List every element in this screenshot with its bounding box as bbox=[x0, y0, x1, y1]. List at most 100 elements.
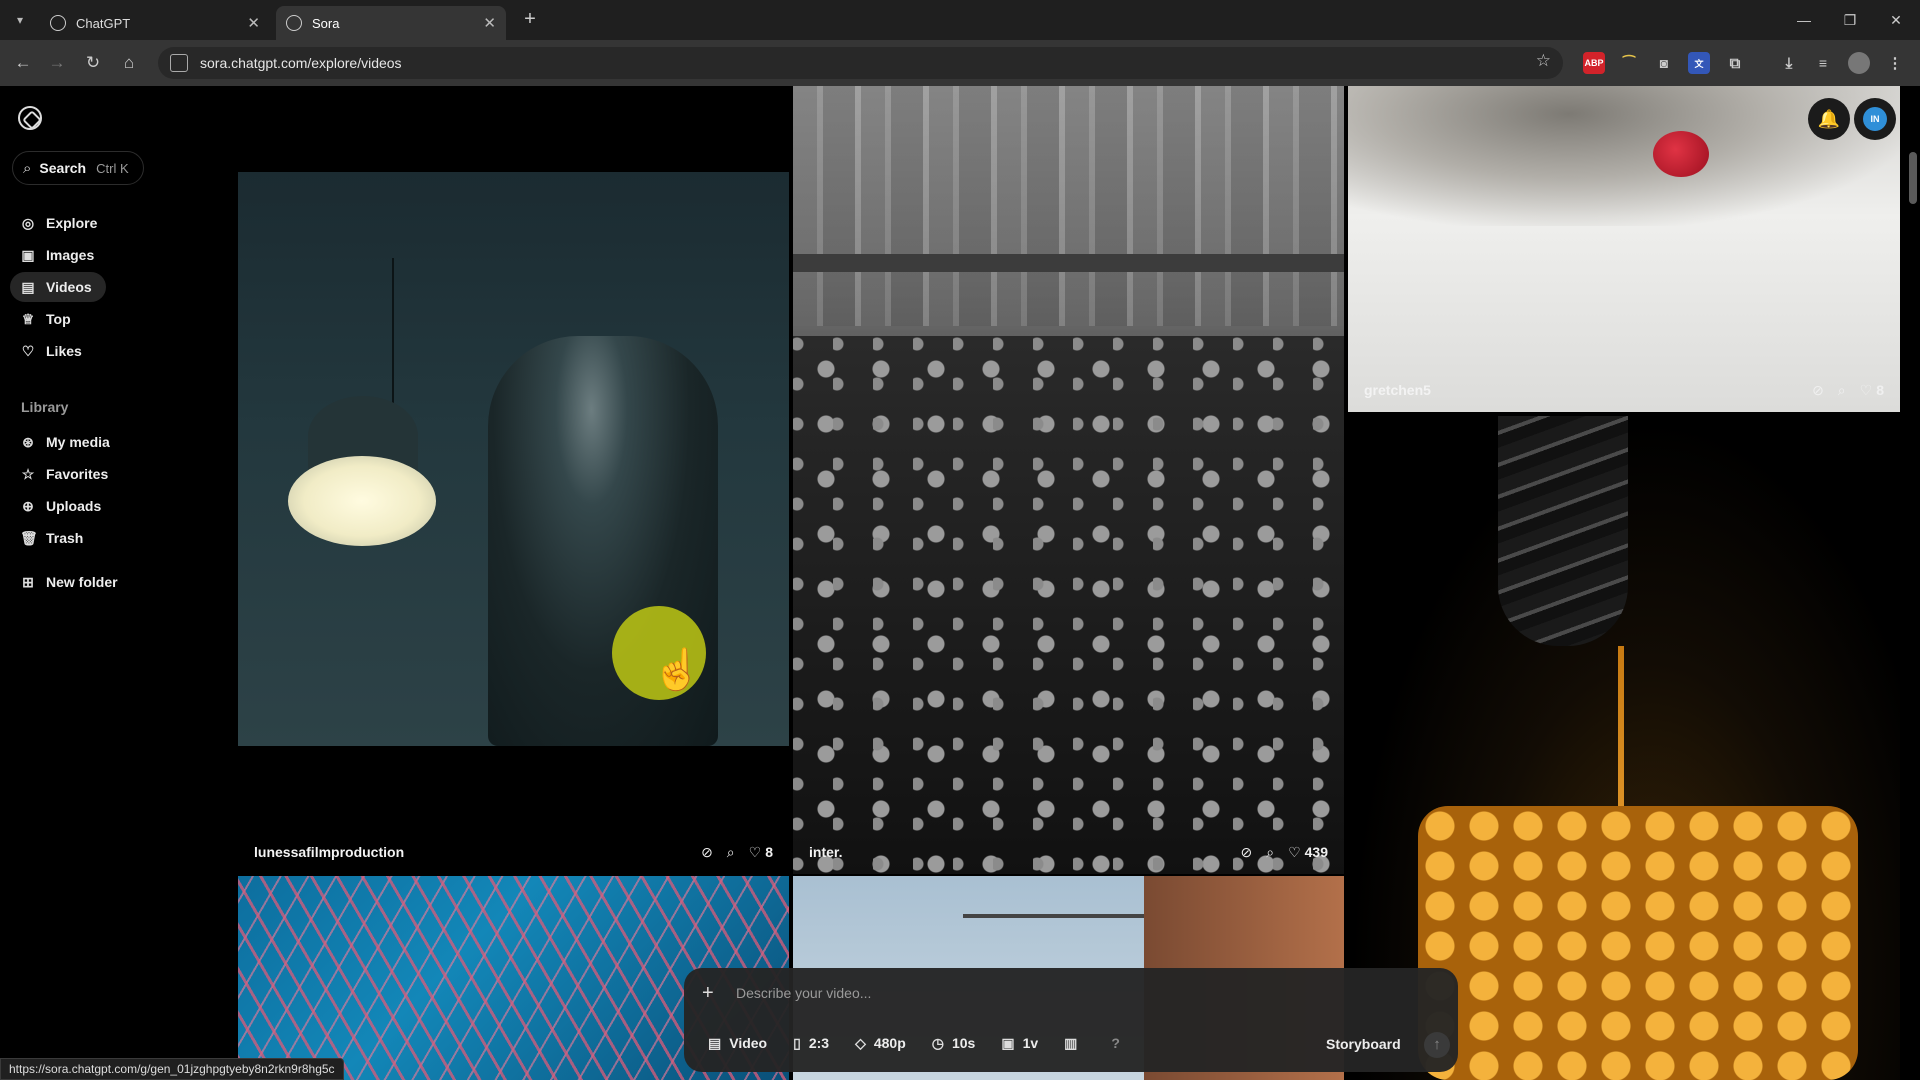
author-name[interactable]: inter. bbox=[809, 844, 1227, 860]
sidebar-item-my-media[interactable]: ⊛ My media bbox=[10, 427, 140, 457]
profile-avatar-icon[interactable] bbox=[1848, 52, 1870, 74]
tab-chatgpt[interactable]: ChatGPT ✕ bbox=[40, 6, 270, 40]
diamond-icon: ◇ bbox=[855, 1034, 866, 1051]
tab-title: Sora bbox=[312, 15, 340, 31]
type-selector[interactable]: ▤ Video bbox=[698, 1028, 777, 1058]
extension-icon[interactable]: ⁀ bbox=[1618, 52, 1640, 74]
sidebar-item-likes[interactable]: ♡ Likes bbox=[10, 336, 106, 366]
camera-extension-icon[interactable]: ◙ bbox=[1653, 52, 1675, 74]
browser-menu-icon[interactable]: ⋮ bbox=[1884, 52, 1906, 74]
zoom-search-icon[interactable]: ⌕ bbox=[1266, 844, 1274, 861]
link-status-bar: https://sora.chatgpt.com/g/gen_01jzghpgt… bbox=[0, 1058, 344, 1080]
tab-sora[interactable]: Sora ✕ bbox=[276, 6, 506, 40]
like-button[interactable]: ♡ 439 bbox=[1288, 844, 1328, 861]
extensions-puzzle-icon[interactable]: ⧉ bbox=[1724, 52, 1746, 74]
sidebar-item-trash[interactable]: 🗑 Trash bbox=[10, 523, 140, 553]
tile-overlay: gretchen5 ⊘ ⌕ ♡ 8 bbox=[1348, 368, 1900, 412]
presets-button[interactable]: ▥ bbox=[1054, 1028, 1095, 1058]
like-count: 439 bbox=[1304, 844, 1328, 860]
media-control-icon[interactable]: ≡ bbox=[1812, 52, 1834, 74]
openai-logo-icon[interactable] bbox=[18, 106, 42, 130]
avatar: IN bbox=[1863, 107, 1887, 131]
author-name[interactable]: gretchen5 bbox=[1364, 382, 1798, 398]
video-tile[interactable]: ☝ lunessafilmproduction ⊘ ⌕ ♡ 8 bbox=[238, 86, 789, 874]
tab-search-chevron-icon[interactable]: ▾ bbox=[8, 8, 32, 32]
new-folder-button[interactable]: ⊞ New folder bbox=[10, 567, 140, 597]
sidebar-item-label: My media bbox=[46, 434, 110, 450]
sidebar-item-explore[interactable]: ◎ Explore bbox=[10, 208, 106, 238]
close-tab-icon[interactable]: ✕ bbox=[483, 14, 496, 32]
restore-icon[interactable]: ❐ bbox=[1830, 8, 1870, 32]
sidebar-item-uploads[interactable]: ⊕ Uploads bbox=[10, 491, 140, 521]
tile-overlay: inter. ⊘ ⌕ ♡ 439 bbox=[793, 830, 1344, 874]
prompt-composer: + Describe your video... ▤ Video ▯ 2:3 ◇… bbox=[684, 968, 1458, 1072]
heart-icon: ♡ bbox=[748, 843, 762, 860]
close-window-icon[interactable]: ✕ bbox=[1876, 8, 1916, 32]
zoom-search-icon[interactable]: ⌕ bbox=[1838, 382, 1846, 399]
new-tab-plus-icon[interactable]: + bbox=[518, 8, 542, 32]
aspect-ratio-selector[interactable]: ▯ 2:3 bbox=[783, 1028, 839, 1058]
home-icon[interactable]: ⌂ bbox=[116, 50, 142, 76]
site-settings-icon[interactable] bbox=[170, 54, 188, 72]
clock-icon: ◷ bbox=[931, 1034, 944, 1051]
remix-icon[interactable]: ⊘ bbox=[1241, 844, 1253, 861]
scrollbar-thumb[interactable] bbox=[1909, 152, 1917, 204]
like-button[interactable]: ♡ 8 bbox=[1860, 382, 1884, 399]
remix-icon[interactable]: ⊘ bbox=[1812, 382, 1824, 399]
author-name[interactable]: lunessafilmproduction bbox=[254, 844, 687, 860]
notifications-bell-icon[interactable]: 🔔 bbox=[1808, 98, 1850, 140]
like-button[interactable]: ♡ 8 bbox=[749, 844, 773, 861]
sidebar-item-favorites[interactable]: ☆ Favorites bbox=[10, 459, 140, 489]
sidebar-item-label: Likes bbox=[46, 343, 82, 359]
chatgpt-favicon-icon bbox=[50, 15, 66, 31]
bookmark-star-icon[interactable]: ☆ bbox=[1536, 51, 1551, 71]
variations-icon: ▣ bbox=[1001, 1034, 1015, 1051]
heart-icon: ♡ bbox=[1288, 843, 1301, 860]
video-icon: ▤ bbox=[708, 1034, 722, 1051]
app-sidebar: ⌕ Search Ctrl K ◎ Explore ▣ Images ▤ Vid… bbox=[0, 86, 236, 1080]
add-media-plus-icon[interactable]: + bbox=[702, 982, 714, 1005]
video-tile[interactable]: inter. ⊘ ⌕ ♡ 439 bbox=[793, 86, 1344, 874]
tile-overlay: lunessafilmproduction ⊘ ⌕ ♡ 8 bbox=[238, 830, 789, 874]
variations-selector[interactable]: ▣ 1v bbox=[991, 1028, 1048, 1058]
search-button[interactable]: ⌕ Search Ctrl K bbox=[12, 151, 144, 185]
help-question-icon: ? bbox=[1111, 1035, 1120, 1051]
close-tab-icon[interactable]: ✕ bbox=[247, 14, 260, 32]
forward-arrow-icon[interactable]: → bbox=[44, 50, 70, 76]
sidebar-item-videos[interactable]: ▤ Videos bbox=[10, 272, 106, 302]
trophy-icon: ♕ bbox=[21, 311, 35, 327]
crowd-of-people bbox=[793, 336, 1344, 874]
sidebar-item-images[interactable]: ▣ Images bbox=[10, 240, 106, 270]
back-arrow-icon[interactable]: ← bbox=[10, 50, 36, 76]
duration-selector[interactable]: ◷ 10s bbox=[922, 1028, 986, 1058]
search-icon: ⌕ bbox=[23, 159, 32, 177]
video-icon: ▤ bbox=[21, 279, 35, 295]
duration-value: 10s bbox=[951, 1035, 976, 1051]
media-icon: ⊛ bbox=[22, 434, 34, 450]
sidebar-item-label: Uploads bbox=[46, 498, 102, 514]
translate-extension-icon[interactable]: 文 bbox=[1688, 52, 1710, 74]
help-button[interactable]: ? bbox=[1101, 1028, 1138, 1058]
remix-icon[interactable]: ⊘ bbox=[701, 844, 713, 861]
adblock-extension-icon[interactable]: ABP bbox=[1583, 52, 1605, 74]
zoom-search-icon[interactable]: ⌕ bbox=[727, 844, 735, 861]
heart-icon: ♡ bbox=[1859, 381, 1873, 398]
tab-title: ChatGPT bbox=[76, 15, 131, 31]
minimize-icon[interactable]: — bbox=[1784, 8, 1824, 32]
prompt-input[interactable]: Describe your video... bbox=[736, 985, 871, 1001]
storyboard-button[interactable]: Storyboard bbox=[1326, 1036, 1401, 1052]
sidebar-item-top[interactable]: ♕ Top bbox=[10, 304, 106, 334]
like-count: 8 bbox=[765, 844, 773, 860]
resolution-selector[interactable]: ◇ 480p bbox=[845, 1028, 916, 1058]
address-bar[interactable]: sora.chatgpt.com/explore/videos ☆ bbox=[158, 47, 1563, 79]
download-icon[interactable]: ⤓ bbox=[1778, 52, 1800, 74]
sora-favicon-icon bbox=[286, 15, 302, 31]
red-toy-ball bbox=[1653, 131, 1709, 177]
sidebar-item-label: Top bbox=[46, 311, 71, 327]
hand-cursor-icon: ☝ bbox=[652, 648, 702, 692]
sidebar-item-label: Images bbox=[46, 247, 95, 263]
user-avatar-button[interactable]: IN bbox=[1854, 98, 1896, 140]
submit-arrow-icon[interactable]: ↑ bbox=[1424, 1032, 1450, 1058]
reload-icon[interactable]: ↻ bbox=[80, 50, 106, 76]
page-scrollbar[interactable] bbox=[1906, 86, 1920, 1080]
